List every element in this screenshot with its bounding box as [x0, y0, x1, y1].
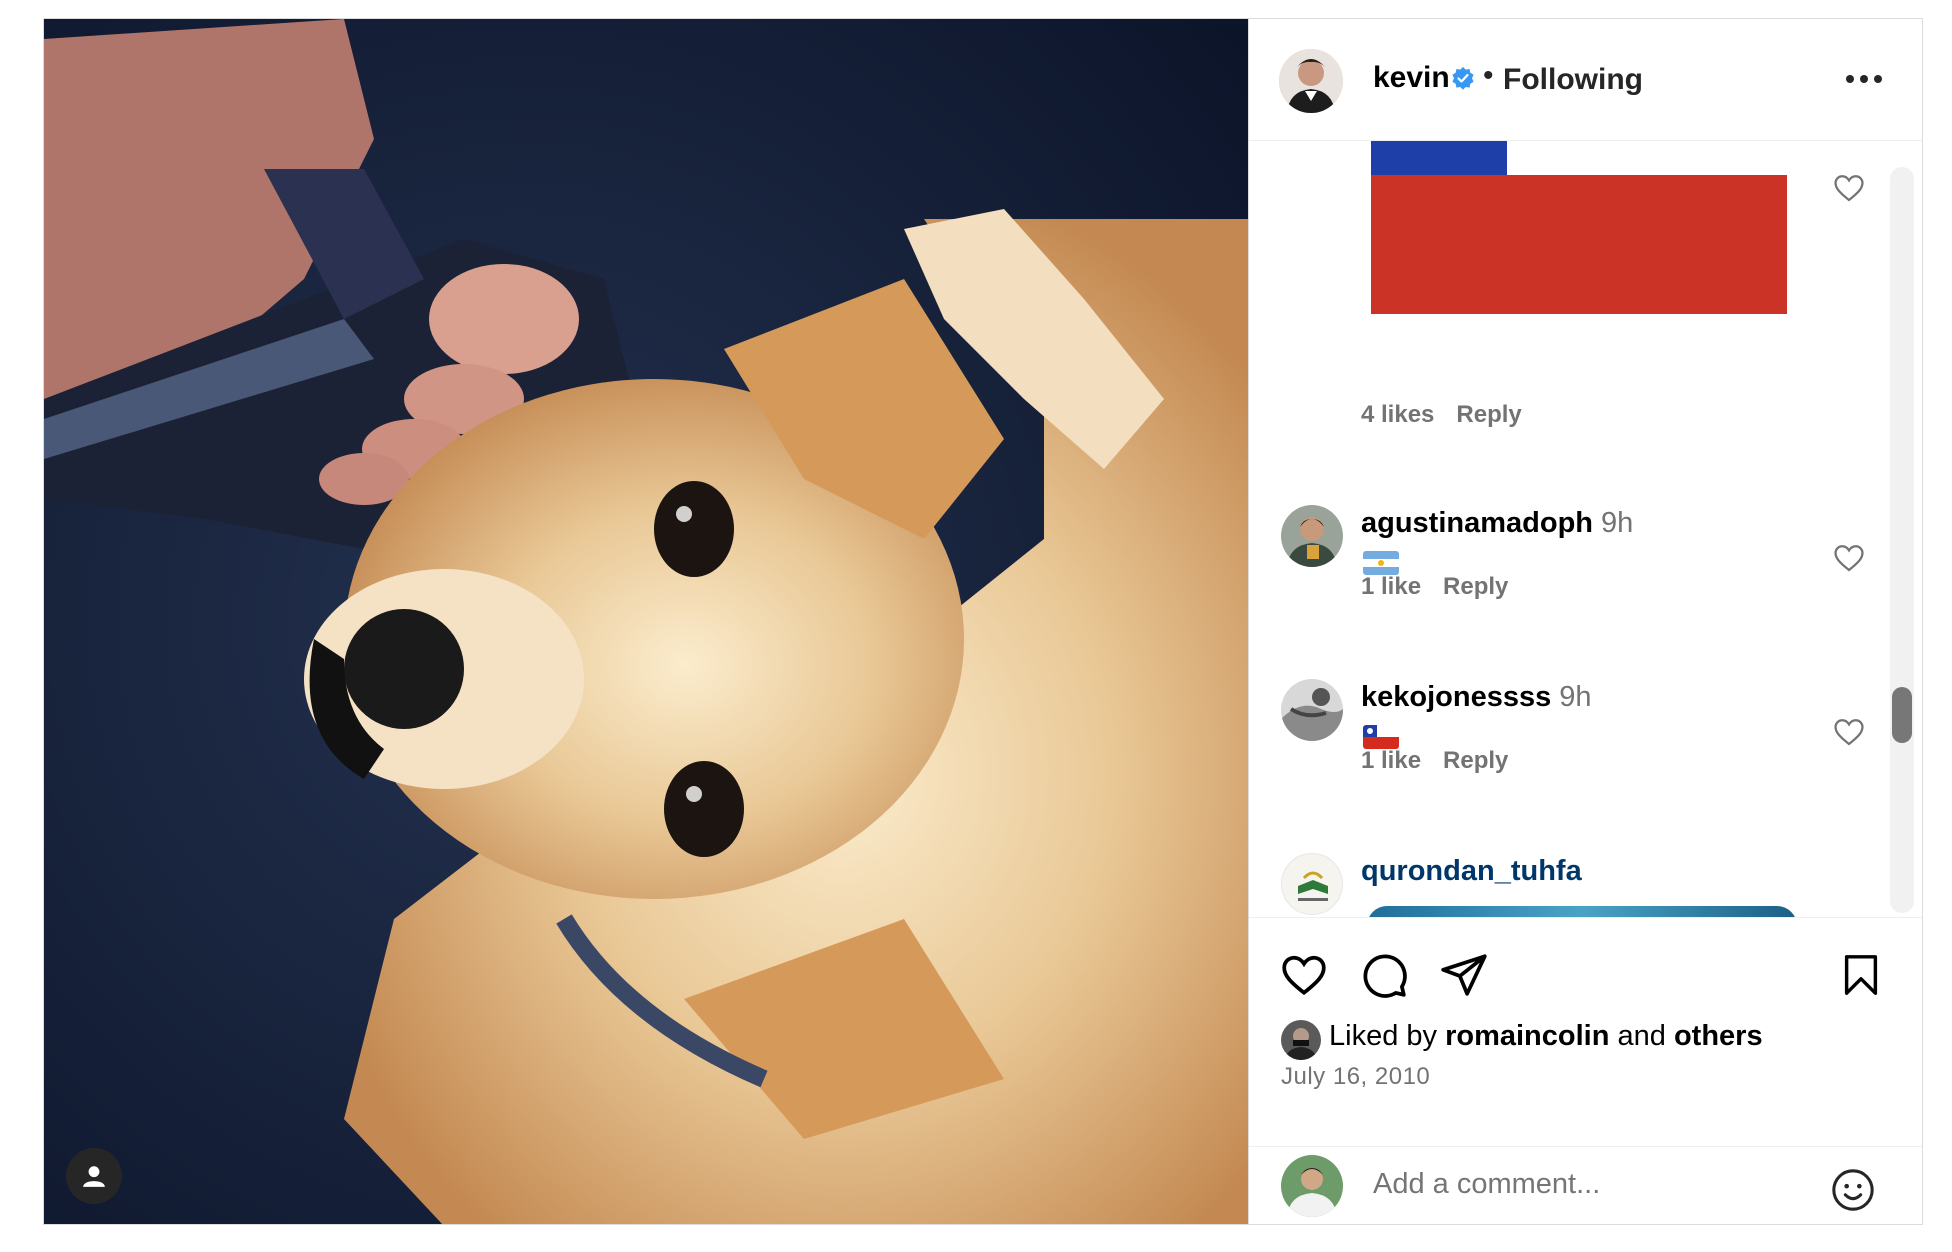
- emoji-icon[interactable]: [1830, 1167, 1876, 1213]
- liked-by-avatar-image: [1281, 1020, 1321, 1060]
- separator-dot: •: [1483, 59, 1494, 92]
- current-user-avatar: [1281, 1155, 1343, 1217]
- more-options-icon[interactable]: [1840, 61, 1888, 97]
- reply-button[interactable]: Reply: [1456, 401, 1521, 428]
- current-user-avatar-image: [1281, 1155, 1343, 1217]
- scrollbar-thumb[interactable]: [1892, 687, 1912, 743]
- commenter-avatar-image: [1281, 679, 1343, 741]
- post-dialog: kevin • Following 4 likes Reply agustina…: [43, 18, 1923, 1225]
- commenter-avatar-image: [1282, 854, 1342, 914]
- liked-by-avatar[interactable]: [1281, 1020, 1321, 1060]
- commenter-avatar[interactable]: [1281, 853, 1343, 915]
- comment-meta: 1 like Reply: [1361, 573, 1508, 601]
- comment-media-preview: [1367, 906, 1797, 917]
- commenter-username[interactable]: agustinamadoph: [1361, 507, 1593, 539]
- comment-likes[interactable]: 1 like: [1361, 747, 1421, 774]
- comment-input[interactable]: [1371, 1167, 1795, 1202]
- post-header: kevin • Following: [1249, 19, 1922, 141]
- comment-time[interactable]: 9h: [1559, 681, 1591, 713]
- share-icon[interactable]: [1439, 950, 1489, 1000]
- author-username[interactable]: kevin: [1373, 61, 1450, 95]
- bookmark-icon[interactable]: [1838, 950, 1884, 1000]
- post-sidebar: kevin • Following 4 likes Reply agustina…: [1248, 19, 1922, 1224]
- author-avatar[interactable]: [1279, 49, 1343, 113]
- comment-text: kekojonessss 9h: [1361, 681, 1592, 714]
- comment-meta: 4 likes Reply: [1361, 401, 1522, 429]
- following-button[interactable]: Following: [1503, 63, 1643, 97]
- comment-like-heart-icon[interactable]: [1832, 715, 1866, 749]
- comment-like-heart-icon[interactable]: [1832, 171, 1866, 205]
- liked-by-conj: and: [1617, 1020, 1666, 1052]
- liked-by-others[interactable]: others: [1674, 1020, 1763, 1052]
- comment-like-heart-icon[interactable]: [1832, 541, 1866, 575]
- argentina-flag-emoji: [1363, 551, 1399, 575]
- comment-text: agustinamadoph 9h: [1361, 507, 1633, 540]
- user-tag-icon: [83, 1166, 105, 1187]
- post-date[interactable]: July 16, 2010: [1281, 1063, 1430, 1091]
- commenter-username[interactable]: qurondan_tuhfa: [1361, 855, 1582, 888]
- verified-badge-icon: [1452, 67, 1474, 90]
- commenter-avatar[interactable]: [1281, 505, 1343, 567]
- dog-photo: [44, 19, 1248, 1224]
- comments-scrollbar[interactable]: [1890, 167, 1914, 913]
- chile-flag-emoji: [1363, 725, 1399, 749]
- comment-time[interactable]: 9h: [1601, 507, 1633, 539]
- reply-button[interactable]: Reply: [1443, 747, 1508, 774]
- comment-likes[interactable]: 4 likes: [1361, 401, 1434, 428]
- heart-icon[interactable]: [1279, 950, 1329, 1000]
- chile-flag-image: [1371, 141, 1787, 314]
- comment-likes[interactable]: 1 like: [1361, 573, 1421, 600]
- liked-by-user[interactable]: romaincolin: [1445, 1020, 1609, 1052]
- reply-button[interactable]: Reply: [1443, 573, 1508, 600]
- author-avatar-image: [1279, 49, 1343, 113]
- liked-by-text: Liked by romaincolin and others: [1329, 1020, 1763, 1053]
- comment-icon[interactable]: [1359, 950, 1409, 1000]
- liked-by-prefix: Liked by: [1329, 1020, 1438, 1052]
- commenter-avatar[interactable]: [1281, 679, 1343, 741]
- comments-list[interactable]: 4 likes Reply agustinamadoph 9h 1 like R…: [1249, 141, 1922, 917]
- comment-meta: 1 like Reply: [1361, 747, 1508, 775]
- commenter-avatar-image: [1281, 505, 1343, 567]
- commenter-username[interactable]: kekojonessss: [1361, 681, 1551, 713]
- tagged-users-button[interactable]: [66, 1148, 122, 1204]
- post-image[interactable]: [44, 19, 1248, 1224]
- post-actions: Liked by romaincolin and others July 16,…: [1249, 917, 1922, 1224]
- add-comment-row: [1249, 1146, 1922, 1224]
